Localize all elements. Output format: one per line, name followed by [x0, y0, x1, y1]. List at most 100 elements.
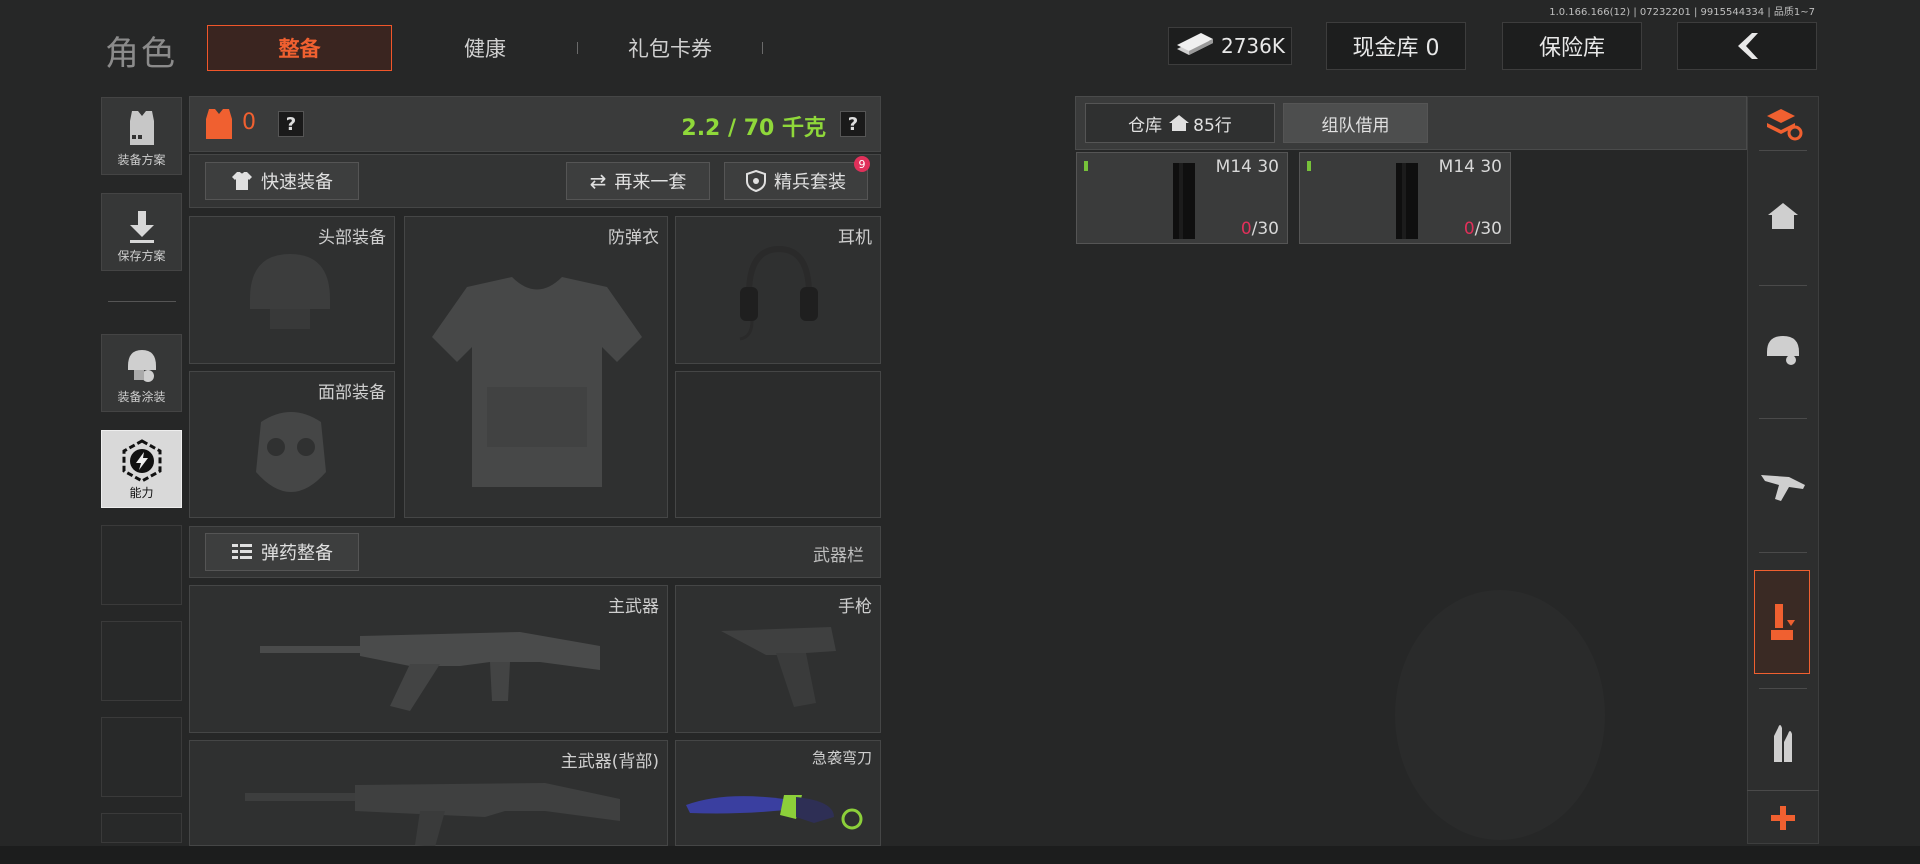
item-card[interactable]: M14 30 0/30	[1299, 152, 1511, 244]
tab-outfit[interactable]: 整备	[207, 25, 392, 71]
rail-divider	[1759, 285, 1807, 286]
home-category-button[interactable]	[1755, 166, 1810, 266]
face-slot[interactable]: 面部装备	[189, 371, 395, 518]
ammo-category-button[interactable]	[1754, 570, 1810, 674]
lightning-hexagon-icon	[122, 439, 161, 483]
money-display[interactable]: 2736K	[1168, 27, 1292, 65]
head-slot[interactable]: 头部装备	[189, 216, 395, 364]
body-armor-icon	[432, 277, 642, 487]
gear-category-button[interactable]	[1755, 300, 1810, 400]
tab-team-borrow[interactable]: 组队借用	[1283, 103, 1428, 143]
magazine-icon	[1396, 163, 1418, 239]
page-title: 角色	[105, 34, 177, 74]
rifle-icon	[245, 783, 620, 847]
ability-button[interactable]: 能力	[101, 430, 182, 508]
pistol-icon	[721, 627, 836, 707]
headset-icon	[739, 245, 818, 341]
headset-slot[interactable]: 耳机	[675, 216, 881, 364]
weight-display: 2.2 / 70 千克	[681, 116, 826, 141]
ability-label: 能力	[129, 486, 154, 500]
primary-back-weapon-label: 主武器(背部)	[560, 752, 659, 772]
helmet-skin-icon	[127, 350, 156, 382]
melee-label: 急袭弯刀	[811, 749, 872, 767]
rail-divider	[1759, 688, 1807, 689]
item-name: M14 30	[1215, 157, 1279, 177]
primary-back-weapon-slot[interactable]: 主武器(背部)	[189, 740, 668, 847]
weapon-category-button[interactable]	[1755, 435, 1810, 535]
ammo-list-icon	[232, 544, 252, 559]
rifle-icon	[1760, 475, 1805, 501]
shirt-icon	[232, 172, 252, 190]
karambit-knife-icon	[686, 795, 863, 830]
headset-slot-label: 耳机	[838, 228, 872, 248]
armor-help-button[interactable]: ?	[278, 111, 304, 137]
rail-divider	[1759, 552, 1807, 553]
item-ammo-count: 0/30	[1240, 219, 1279, 239]
download-icon	[129, 211, 154, 243]
stack-refresh-icon	[1766, 109, 1802, 141]
cash-vault-button[interactable]: 现金库 0	[1326, 22, 1466, 70]
rarity-mark	[1307, 161, 1311, 171]
plus-icon	[1771, 805, 1795, 830]
magazine-icon	[1173, 163, 1195, 239]
ammo-prep-label: 弹药整备	[261, 543, 333, 564]
tab-health[interactable]: 健康	[420, 25, 550, 71]
save-plan-button[interactable]: 保存方案	[101, 193, 182, 271]
elite-set-button[interactable]: 精兵套装	[724, 162, 868, 200]
vest-slot-label: 防弹衣	[608, 228, 659, 248]
item-name: M14 30	[1438, 157, 1502, 177]
equipment-skin-button[interactable]: 装备涂装	[101, 334, 182, 412]
rarity-mark	[1084, 161, 1088, 171]
add-button[interactable]	[1747, 790, 1819, 844]
empty-rail-slot	[101, 525, 182, 605]
home-icon	[1169, 115, 1190, 131]
elite-badge: 9	[854, 156, 870, 172]
melee-slot[interactable]: 急袭弯刀	[675, 740, 881, 846]
empty-gear-slot[interactable]	[675, 371, 881, 518]
shield-icon	[746, 170, 766, 192]
armor-vest-icon	[206, 109, 232, 139]
rail-divider	[1759, 418, 1807, 419]
armor-value: 0	[242, 110, 256, 135]
face-slot-label: 面部装备	[318, 383, 386, 403]
item-card[interactable]: M14 30 0/30	[1076, 152, 1288, 244]
money-amount: 2736K	[1220, 34, 1285, 58]
ammunition-category-button[interactable]	[1755, 706, 1810, 782]
tab-storage-label: 仓库	[1128, 115, 1163, 136]
weight-help-button[interactable]: ?	[840, 111, 866, 137]
tab-storage[interactable]: 仓库 85行	[1085, 103, 1275, 143]
quick-equip-button[interactable]: 快速装备	[205, 162, 359, 200]
chevron-left-icon	[1738, 33, 1758, 59]
loadout-header: 0 ? 2.2 / 70 千克 ?	[189, 96, 881, 152]
vest-plan-icon	[129, 111, 154, 145]
background-shadow	[1395, 590, 1605, 840]
equipment-skin-label: 装备涂装	[117, 390, 166, 404]
primary-weapon-slot[interactable]: 主武器	[189, 585, 668, 733]
again-button[interactable]: ⇄ 再来一套	[566, 162, 710, 200]
empty-rail-slot	[101, 717, 182, 797]
save-plan-label: 保存方案	[117, 249, 166, 263]
weapon-bar-label: 武器栏	[813, 546, 864, 566]
refresh-icon: ⇄	[589, 169, 607, 193]
equipment-plan-button[interactable]: 装备方案	[101, 97, 182, 175]
home-icon	[1767, 203, 1798, 229]
version-text: 1.0.166.166(12) | 07232201 | 9915544334 …	[1549, 7, 1815, 18]
primary-weapon-label: 主武器	[608, 597, 659, 617]
ammo-prep-button[interactable]: 弹药整备	[205, 533, 359, 571]
insurance-vault-button[interactable]: 保险库	[1502, 22, 1642, 70]
empty-rail-slot	[101, 813, 182, 843]
vest-slot[interactable]: 防弹衣	[404, 216, 668, 518]
back-button[interactable]	[1677, 22, 1817, 70]
helmet-icon	[250, 254, 330, 329]
tab-gift[interactable]: 礼包卡券	[600, 25, 740, 71]
all-categories-button[interactable]	[1755, 74, 1810, 174]
cash-stack-icon	[1176, 33, 1213, 55]
rail-divider	[108, 301, 176, 302]
bottom-bar	[0, 846, 1920, 864]
assault-rifle-icon	[260, 632, 600, 711]
helmet-icon	[1766, 336, 1799, 365]
pistol-slot[interactable]: 手枪	[675, 585, 881, 733]
tab-divider	[577, 42, 578, 54]
pistol-label: 手枪	[838, 597, 872, 617]
action-row: 快速装备 ⇄ 再来一套 精兵套装 9	[189, 154, 881, 208]
